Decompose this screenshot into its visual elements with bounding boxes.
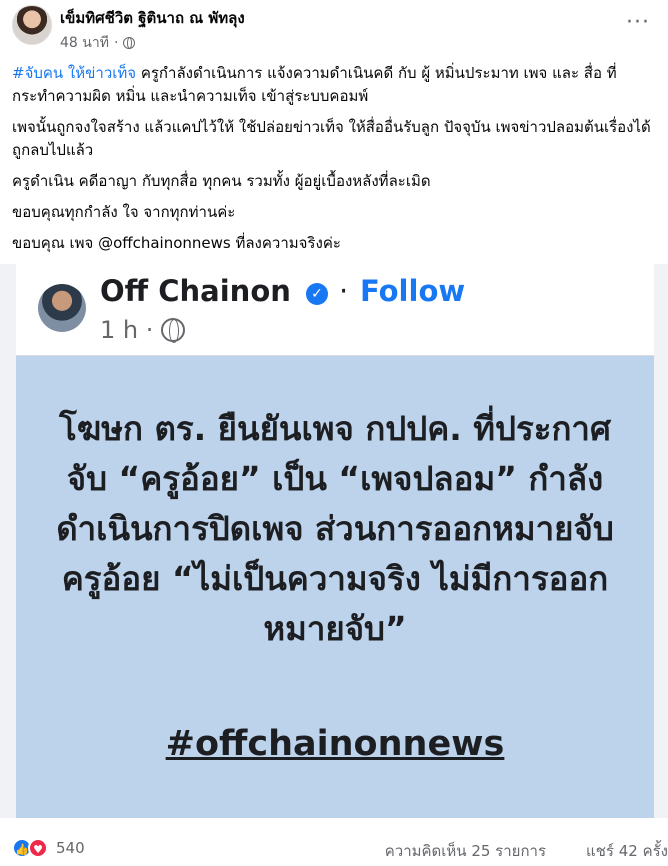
comments-count[interactable]: ความคิดเห็น 25 รายการ xyxy=(385,839,546,863)
shares-count[interactable]: แชร์ 42 ครั้ง xyxy=(586,839,668,863)
post-image[interactable]: Off Chainon ✓ · Follow 1 h · โฆษก ตร. ยื… xyxy=(0,264,668,818)
post-paragraph-5: ขอบคุณ เพจ @offchainonnews ที่ลงความจริง… xyxy=(12,234,341,252)
globe-icon xyxy=(123,37,136,49)
author-name[interactable]: เข็มทิศชีวิต ฐิตินาถ ณ พัทลุง xyxy=(60,6,245,30)
verified-badge-icon: ✓ xyxy=(306,283,328,305)
embedded-follow-label: Follow xyxy=(360,274,466,308)
globe-icon xyxy=(161,318,186,343)
embedded-hashtag: #offchainonnews xyxy=(165,724,505,764)
embedded-time-text: 1 h · xyxy=(100,316,154,344)
author-avatar[interactable] xyxy=(12,5,52,45)
post-paragraph-1: #จับคน ให้ข่าวเท็จ ครูกำลังดำเนินการ แจ้… xyxy=(12,62,660,108)
embedded-dot: · xyxy=(339,274,349,308)
hashtag-link[interactable]: #จับคน ให้ข่าวเท็จ xyxy=(12,64,136,82)
post-text: #จับคน ให้ข่าวเท็จ ครูกำลังดำเนินการ แจ้… xyxy=(12,62,660,263)
post-footer: 👍 ♥ 540 ความคิดเห็น 25 รายการ แชร์ 42 คร… xyxy=(0,830,668,866)
post-meta: 48 นาที · xyxy=(60,32,136,54)
meta-dot: · xyxy=(113,35,119,51)
embedded-body-text: โฆษก ตร. ยืนยันเพจ กปปค. ที่ประกาศจับ “ค… xyxy=(56,409,614,648)
more-options-button[interactable]: ··· xyxy=(626,10,650,35)
reaction-count[interactable]: 540 xyxy=(56,839,85,857)
post-paragraph-2: เพจนั้นถูกจงใจสร้าง แล้วแคปไว้ให้ ใช้ปล่… xyxy=(12,118,651,159)
post-header: เข็มทิศชีวิต ฐิตินาถ ณ พัทลุง 48 นาที · … xyxy=(0,0,668,56)
post-paragraph-4: ขอบคุณทุกกำลัง ใจ จากทุกท่านค่ะ xyxy=(12,203,236,221)
embedded-time: 1 h · xyxy=(100,316,186,344)
post-paragraph-3: ครูดำเนิน คดีอาญา กับทุกสื่อ ทุกคน รวมทั… xyxy=(12,172,431,190)
post-time[interactable]: 48 นาที xyxy=(60,32,109,54)
reaction-icons[interactable]: 👍 ♥ xyxy=(12,838,52,860)
embedded-avatar xyxy=(38,284,86,332)
embedded-header: Off Chainon ✓ · Follow 1 h · xyxy=(16,264,654,356)
embedded-page-name: Off Chainon xyxy=(100,274,291,308)
embedded-screenshot: Off Chainon ✓ · Follow 1 h · โฆษก ตร. ยื… xyxy=(16,264,654,818)
love-icon: ♥ xyxy=(28,838,48,858)
